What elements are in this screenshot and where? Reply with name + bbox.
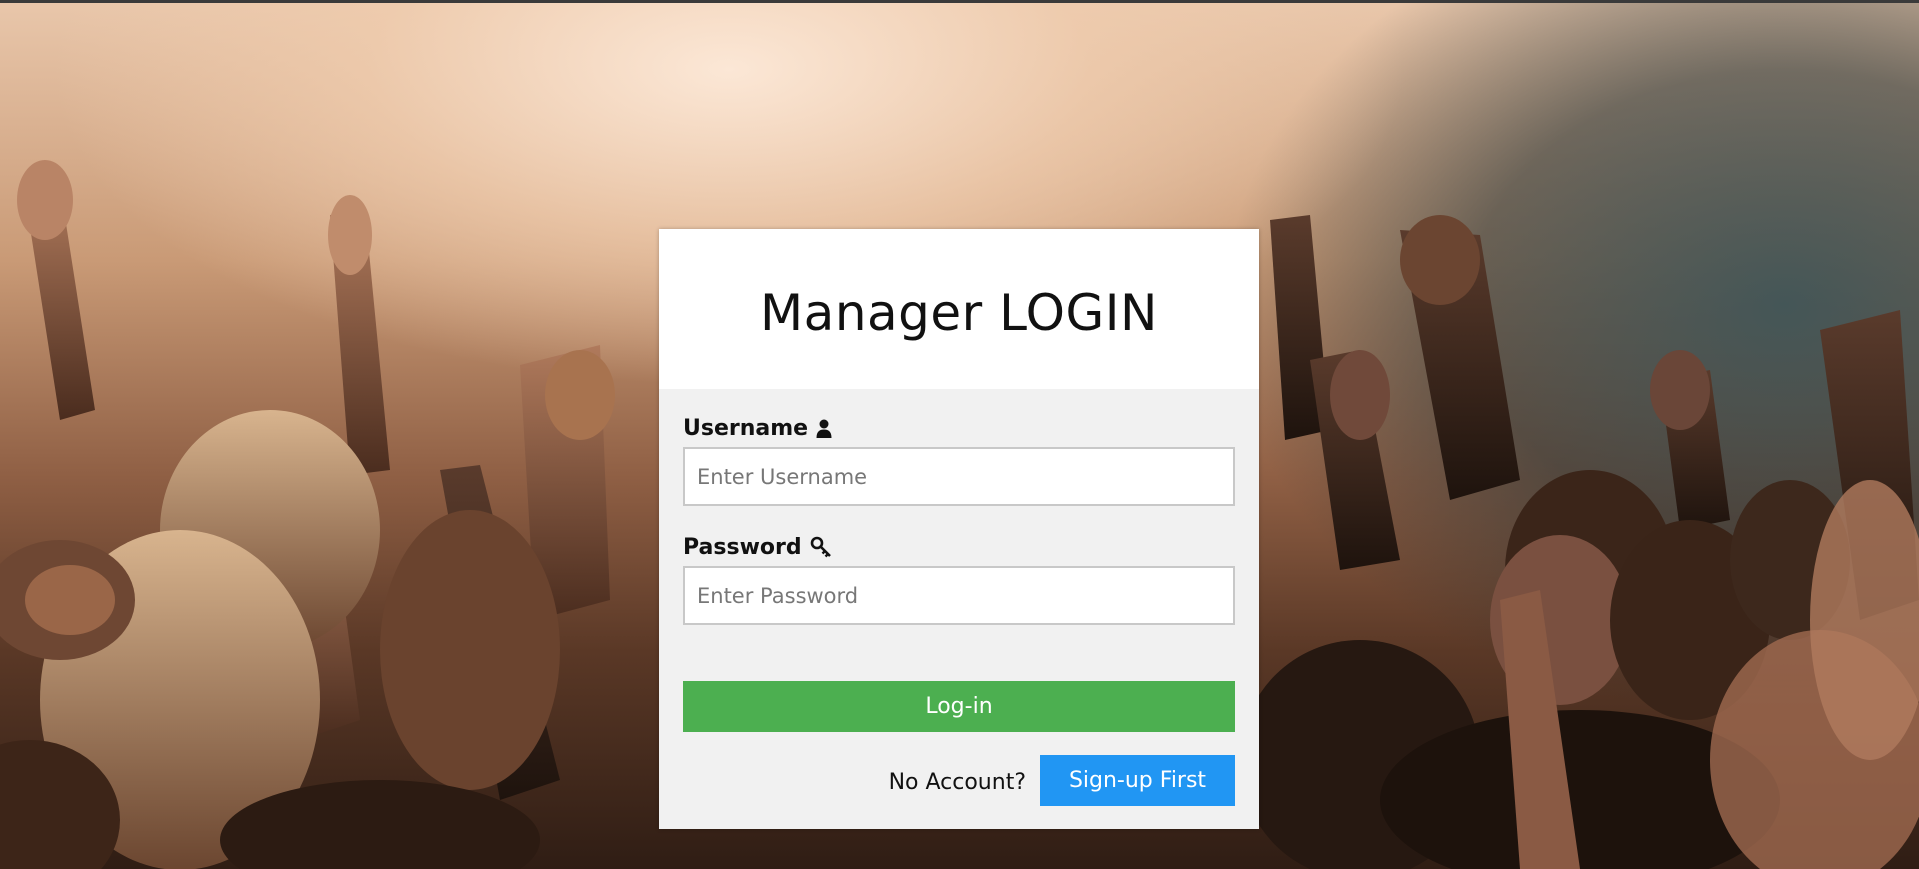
password-label-text: Password <box>683 534 802 560</box>
password-label: Password <box>683 532 1235 562</box>
login-page: Manager LOGIN Username Password <box>0 0 1919 869</box>
page-title: Manager LOGIN <box>760 284 1158 342</box>
username-label-text: Username <box>683 415 809 441</box>
login-form: Username Password <box>659 389 1259 806</box>
card-header: Manager LOGIN <box>659 229 1259 389</box>
login-card: Manager LOGIN Username Password <box>659 229 1259 829</box>
username-input[interactable] <box>683 447 1235 506</box>
signup-button[interactable]: Sign-up First <box>1040 755 1235 806</box>
key-icon <box>810 536 832 558</box>
signup-row: No Account? Sign-up First <box>683 755 1235 806</box>
login-button[interactable]: Log-in <box>683 681 1235 732</box>
password-input[interactable] <box>683 566 1235 625</box>
no-account-text: No Account? <box>888 770 1026 795</box>
user-icon <box>816 419 832 438</box>
username-label: Username <box>683 413 1235 443</box>
